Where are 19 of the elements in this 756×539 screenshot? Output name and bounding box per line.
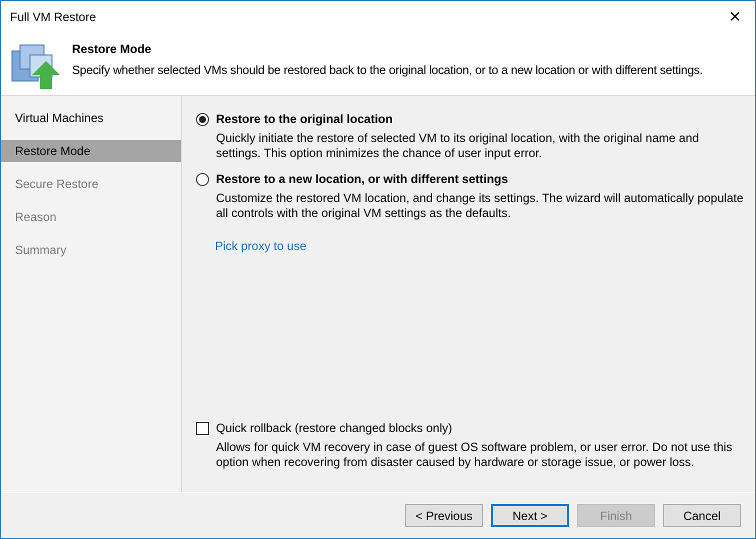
- quick-rollback-label: Quick rollback (restore changed blocks only): [216, 420, 452, 437]
- close-button[interactable]: ×: [723, 5, 747, 29]
- wizard-button[interactable]: Next >: [491, 504, 569, 527]
- option-label: Restore to a new location, or with different settings: [216, 171, 508, 188]
- page-title: Restore Mode: [72, 41, 152, 58]
- wizard-button[interactable]: < Previous: [405, 504, 483, 527]
- wizard-button[interactable]: Cancel: [663, 504, 741, 527]
- radio-button[interactable]: [196, 112, 209, 126]
- window-title: Full VM Restore: [10, 9, 96, 26]
- sidebar-item[interactable]: Restore Mode: [1, 140, 181, 162]
- option-description: Customize the restored VM location, and change its settings. The wizard will automatically populate all controls with the original VM settings as the defaults.: [216, 191, 744, 221]
- option-description: Quickly initiate the restore of selected VM to its original location, with the original name and settings. This option minimizes the chance of user input error.: [216, 131, 700, 161]
- page-description: Specify whether selected VMs should be restored back to the original location, or to a new location or with different settings.: [72, 62, 703, 79]
- quick-rollback-description: Allows for quick VM recovery in case of guest OS software problem, or user error. Do not use this option when recovering from disaster caused by hardware or storage issue, or power loss.: [216, 440, 734, 470]
- radio-button[interactable]: [196, 172, 209, 186]
- quick-rollback-checkbox[interactable]: [196, 422, 209, 434]
- pick-proxy-link[interactable]: Pick proxy to use: [215, 237, 306, 255]
- sidebar-item[interactable]: Virtual Machines: [1, 107, 181, 129]
- option-label: Restore to the original location: [216, 111, 393, 128]
